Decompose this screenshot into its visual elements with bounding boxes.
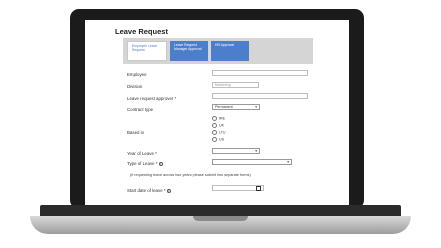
radio-icon: [212, 123, 217, 128]
tab-manager-approval[interactable]: Leave Request Manager Approval: [170, 41, 208, 61]
type-of-leave-label: Type of Leave * i: [127, 161, 163, 166]
radio-icon: [212, 137, 217, 142]
year-of-leave-select[interactable]: ▾: [212, 148, 260, 154]
year-of-leave-label: Year of Leave *: [127, 151, 157, 156]
tab-employee-leave-request[interactable]: Employee Leave Request: [127, 41, 167, 61]
contract-type-label: Contract type: [127, 107, 154, 112]
division-label: Division: [127, 84, 143, 89]
division-input[interactable]: Marketing: [212, 82, 259, 88]
two-year-note: (if requesting leave across two years pl…: [130, 173, 251, 177]
radio-icon: [212, 130, 217, 135]
chevron-down-icon: ▾: [255, 105, 257, 109]
contract-type-value: Permanent: [215, 105, 233, 109]
approver-label: Leave request approver *: [127, 96, 177, 101]
based-in-option-uk[interactable]: UK: [212, 123, 224, 128]
chevron-down-icon: ▾: [287, 160, 289, 164]
page-title: Leave Request: [115, 27, 168, 36]
employee-label: Employee: [127, 72, 147, 77]
employee-input[interactable]: [212, 70, 308, 76]
type-of-leave-select[interactable]: ▾: [212, 159, 292, 165]
calendar-icon[interactable]: [256, 186, 261, 191]
tab-bar: Employee Leave Request Leave Request Man…: [123, 38, 313, 64]
tab-hr-approval[interactable]: HR Approval: [211, 41, 249, 61]
radio-icon: [212, 116, 217, 121]
contract-type-select[interactable]: Permanent ▾: [212, 104, 260, 110]
based-in-option-ire[interactable]: IRE: [212, 116, 225, 121]
laptop-stage: Leave Request Employee Leave Request Lea…: [0, 0, 441, 248]
based-in-label: Based in: [127, 130, 145, 135]
based-in-option-ltu[interactable]: LTU: [212, 130, 226, 135]
laptop-notch: [193, 216, 248, 221]
chevron-down-icon: ▾: [255, 149, 257, 153]
info-icon[interactable]: i: [158, 161, 163, 166]
start-date-label: Start date of leave * i: [127, 188, 171, 193]
approver-input[interactable]: [212, 93, 308, 99]
based-in-option-us[interactable]: US: [212, 137, 224, 142]
info-icon[interactable]: i: [166, 188, 171, 193]
